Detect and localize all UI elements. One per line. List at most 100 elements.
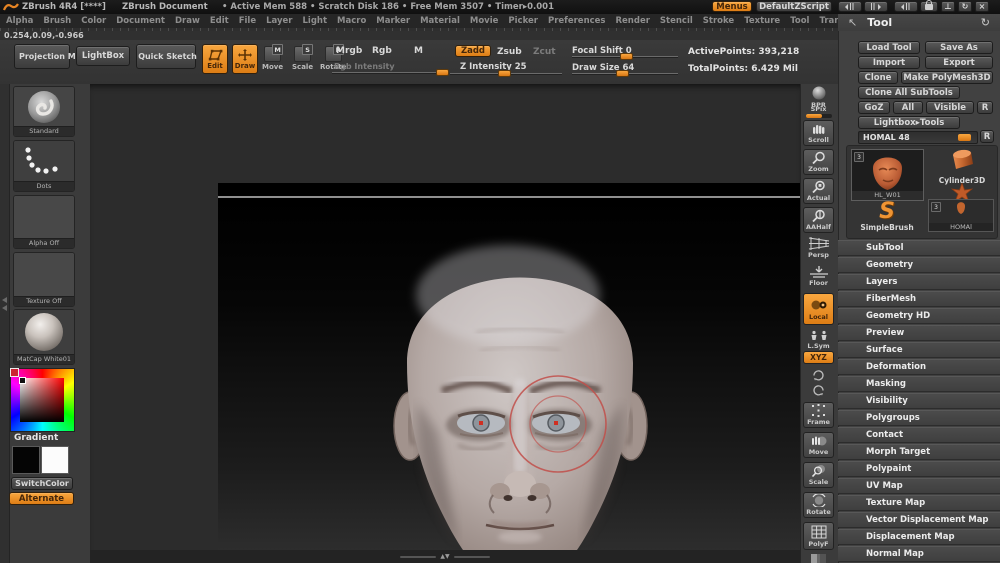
local-button[interactable]: Local: [803, 293, 834, 325]
spix-handle[interactable]: [805, 114, 822, 118]
menu-preferences[interactable]: Preferences: [548, 16, 606, 26]
menu-document[interactable]: Document: [116, 16, 165, 26]
color-picker[interactable]: [10, 368, 75, 432]
z-intensity-handle[interactable]: [498, 70, 511, 77]
close-button[interactable]: ×: [975, 1, 989, 12]
left-tray-divider[interactable]: [0, 84, 10, 563]
clone-button[interactable]: Clone: [858, 71, 898, 84]
menu-render[interactable]: Render: [616, 16, 650, 26]
section-visibility[interactable]: Visibility: [838, 393, 1000, 409]
section-polypaint[interactable]: Polypaint: [838, 461, 1000, 477]
zadd-button[interactable]: Zadd: [455, 45, 491, 57]
rgb-intensity-handle[interactable]: [436, 69, 449, 76]
section-displacement-map[interactable]: Displacement Map: [838, 529, 1000, 545]
rgb-button[interactable]: Rgb: [372, 46, 392, 56]
default-zscript-button[interactable]: DefaultZScript: [756, 1, 832, 12]
menu-light[interactable]: Light: [303, 16, 328, 26]
section-uv-map[interactable]: UV Map: [838, 478, 1000, 494]
menu-movie[interactable]: Movie: [470, 16, 499, 26]
persp-button[interactable]: Persp: [803, 237, 834, 259]
menu-brush[interactable]: Brush: [43, 16, 71, 26]
current-tool-thumbnail[interactable]: 3 HL_W01: [851, 149, 924, 201]
section-geometry-hd[interactable]: Geometry HD: [838, 308, 1000, 324]
color-picker-sv-square[interactable]: [20, 378, 64, 422]
section-contact[interactable]: Contact: [838, 427, 1000, 443]
lightbox-button[interactable]: LightBox: [76, 46, 130, 66]
tool-name-slider[interactable]: HOMAL 48: [858, 131, 978, 144]
actual-button[interactable]: Actual: [803, 178, 834, 204]
alternate-button[interactable]: Alternate: [9, 492, 74, 505]
goz-button[interactable]: GoZ: [858, 101, 890, 114]
rgb-intensity-slider[interactable]: [332, 72, 448, 73]
scroll-button[interactable]: Scroll: [803, 120, 834, 146]
section-normal-map[interactable]: Normal Map: [838, 546, 1000, 562]
section-layers[interactable]: Layers: [838, 274, 1000, 290]
right-tray-toggle-button[interactable]: [864, 1, 888, 12]
alpha-selector[interactable]: Alpha Off: [13, 195, 75, 249]
section-polygroups[interactable]: Polygroups: [838, 410, 1000, 426]
spin-y-button[interactable]: [803, 369, 834, 382]
move-3d-button[interactable]: Move: [803, 432, 834, 458]
menu-material[interactable]: Material: [420, 16, 460, 26]
menu-marker[interactable]: Marker: [376, 16, 410, 26]
spix-slider[interactable]: SPix: [803, 105, 834, 118]
menu-stencil[interactable]: Stencil: [660, 16, 693, 26]
save-as-button[interactable]: Save As: [925, 41, 993, 54]
switch-color-button[interactable]: SwitchColor: [11, 477, 73, 490]
lock-button[interactable]: [920, 0, 938, 12]
menu-texture[interactable]: Texture: [744, 16, 780, 26]
section-fibermesh[interactable]: FiberMesh: [838, 291, 1000, 307]
menu-macro[interactable]: Macro: [337, 16, 366, 26]
section-deformation[interactable]: Deformation: [838, 359, 1000, 375]
menu-picker[interactable]: Picker: [508, 16, 538, 26]
zcut-button[interactable]: Zcut: [533, 47, 556, 57]
menu-layer[interactable]: Layer: [266, 16, 292, 26]
slider-r-button[interactable]: R: [980, 130, 994, 143]
section-morph-target[interactable]: Morph Target: [838, 444, 1000, 460]
restore-button[interactable]: ↻: [958, 1, 972, 12]
tool-item-cylinder3d[interactable]: Cylinder3D: [930, 148, 994, 185]
section-geometry[interactable]: Geometry: [838, 257, 1000, 273]
main-color-swatch[interactable]: [12, 446, 40, 474]
panel-back-icon[interactable]: ↖: [848, 16, 857, 29]
clone-all-subtools-button[interactable]: Clone All SubTools: [858, 86, 960, 99]
left-tray-toggle-button[interactable]: [838, 1, 862, 12]
canvas-area[interactable]: [90, 84, 858, 563]
gradient-label[interactable]: Gradient: [14, 433, 58, 443]
tool-item-homal[interactable]: 3 HOMAl: [928, 199, 994, 232]
brush-selector[interactable]: Standard: [13, 86, 75, 137]
section-surface[interactable]: Surface: [838, 342, 1000, 358]
section-preview[interactable]: Preview: [838, 325, 1000, 341]
m-button[interactable]: M: [414, 46, 423, 56]
minimize-button[interactable]: ⊥: [941, 1, 955, 12]
lsym-button[interactable]: L.Sym: [803, 330, 834, 350]
menu-alpha[interactable]: Alpha: [6, 16, 33, 26]
secondary-color-swatch[interactable]: [41, 446, 69, 474]
menu-color[interactable]: Color: [81, 16, 106, 26]
stroke-selector[interactable]: Dots: [13, 140, 75, 192]
frame-button[interactable]: Frame: [803, 402, 834, 428]
menu-tool[interactable]: Tool: [790, 16, 809, 26]
section-masking[interactable]: Masking: [838, 376, 1000, 392]
tool-name-slider-handle[interactable]: [958, 134, 971, 141]
menus-button[interactable]: Menus: [712, 1, 752, 12]
menu-file[interactable]: File: [239, 16, 256, 26]
floor-button[interactable]: Floor: [803, 265, 834, 287]
draw-size-handle[interactable]: [616, 70, 629, 77]
mrgb-button[interactable]: Mrgb: [336, 46, 362, 56]
color-picker-cursor[interactable]: [19, 377, 26, 384]
quick-sketch-button[interactable]: Quick Sketch: [136, 44, 197, 69]
zsub-button[interactable]: Zsub: [497, 47, 522, 57]
focal-shift-handle[interactable]: [620, 53, 633, 60]
texture-selector[interactable]: Texture Off: [13, 252, 75, 307]
import-button[interactable]: Import: [858, 56, 920, 69]
make-polymesh3d-button[interactable]: Make PolyMesh3D: [901, 71, 993, 84]
menu-stroke[interactable]: Stroke: [703, 16, 734, 26]
menu-draw[interactable]: Draw: [175, 16, 200, 26]
menu-edit[interactable]: Edit: [210, 16, 229, 26]
export-button[interactable]: Export: [925, 56, 993, 69]
scale-mode-button[interactable]: S Scale: [292, 44, 313, 71]
section-vector-displacement-map[interactable]: Vector Displacement Map: [838, 512, 1000, 528]
scale-3d-button[interactable]: Scale: [803, 462, 834, 488]
polyf-button[interactable]: PolyF: [803, 522, 834, 550]
